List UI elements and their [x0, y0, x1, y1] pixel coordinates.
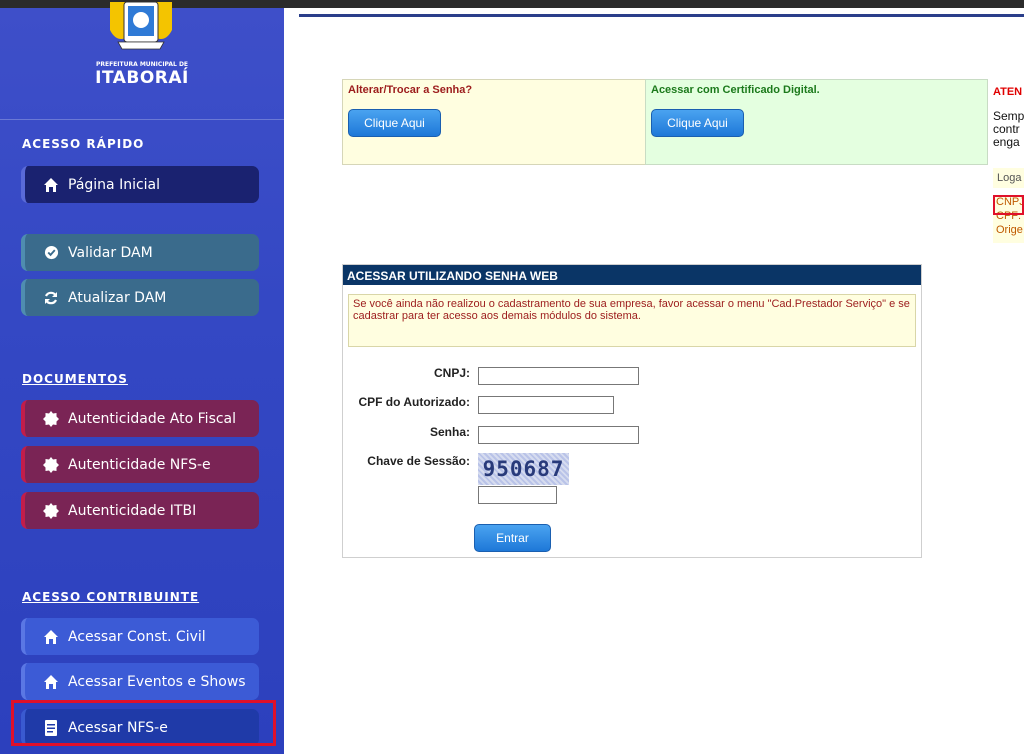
cpf-label: CPF do Autorizado: — [358, 395, 470, 409]
cnpj-input[interactable] — [478, 367, 639, 385]
cnpj-label: CNPJ: — [433, 366, 470, 380]
senha-input[interactable] — [478, 426, 639, 444]
sidebar-item-pagina-inicial[interactable]: Página Inicial — [21, 166, 259, 203]
captcha-code: 950687 — [482, 457, 565, 481]
certificate-panel-label: Acessar com Certificado Digital. — [651, 84, 820, 96]
sidebar-item-label: Página Inicial — [68, 176, 161, 193]
certificate-access-button[interactable]: Clique Aqui — [651, 109, 744, 137]
notice-text: Semp contr enga — [993, 110, 1024, 149]
sidebar-item-label: Validar DAM — [68, 244, 153, 261]
coat-of-arms-icon — [110, 2, 172, 50]
sidebar: PREFEITURA MUNICIPAL DE ITABORAÍ ACESSO … — [0, 2, 284, 754]
password-panel-label: Alterar/Trocar a Senha? — [348, 84, 473, 96]
login-panel-title: ACESSAR UTILIZANDO SENHA WEB — [343, 265, 921, 285]
home-icon — [42, 176, 60, 194]
sidebar-item-atualizar-dam[interactable]: Atualizar DAM — [21, 279, 259, 316]
check-circle-icon — [42, 244, 60, 262]
sidebar-item-autenticidade-nfse[interactable]: Autenticidade NFS-e — [21, 446, 259, 483]
notice-title: ATEN — [993, 86, 1023, 98]
header-divider — [299, 14, 1024, 17]
captcha-input[interactable] — [478, 486, 557, 504]
section-title-acesso-contribuinte: ACESSO CONTRIBUINTE — [22, 590, 200, 604]
sidebar-item-acessar-const-civil[interactable]: Acessar Const. Civil — [21, 618, 259, 655]
refresh-icon — [42, 289, 60, 307]
chave-label: Chave de Sessão: — [367, 454, 470, 468]
sidebar-item-label: Autenticidade Ato Fiscal — [68, 410, 237, 427]
sidebar-item-autenticidade-ato-fiscal[interactable]: Autenticidade Ato Fiscal — [21, 400, 259, 437]
sidebar-item-acessar-eventos-shows[interactable]: Acessar Eventos e Shows — [21, 663, 259, 700]
sidebar-item-label: Acessar Eventos e Shows — [68, 673, 246, 690]
cpf-input[interactable] — [478, 396, 614, 414]
section-title-documentos: DOCUMENTOS — [22, 372, 128, 386]
home-icon — [42, 673, 60, 691]
login-info-message: Se você ainda não realizou o cadastramen… — [348, 294, 916, 347]
section-title-acesso-rapido: ACESSO RÁPIDO — [22, 137, 145, 151]
sidebar-item-autenticidade-itbi[interactable]: Autenticidade ITBI — [21, 492, 259, 529]
login-panel: ACESSAR UTILIZANDO SENHA WEB Se você ain… — [342, 264, 922, 558]
senha-label: Senha: — [429, 425, 470, 439]
change-password-button[interactable]: Clique Aqui — [348, 109, 441, 137]
logo: PREFEITURA MUNICIPAL DE ITABORAÍ — [0, 2, 284, 120]
logo-title: ITABORAÍ — [95, 68, 189, 88]
entrar-button[interactable]: Entrar — [474, 524, 551, 552]
highlight-cnpj — [993, 195, 1024, 215]
seal-icon — [42, 410, 60, 428]
password-panel: Alterar/Trocar a Senha? Clique Aqui — [342, 79, 646, 165]
home-icon — [42, 628, 60, 646]
sidebar-item-validar-dam[interactable]: Validar DAM — [21, 234, 259, 271]
seal-icon — [42, 456, 60, 474]
sidebar-item-label: Acessar Const. Civil — [68, 628, 206, 645]
sidebar-item-label: Atualizar DAM — [68, 289, 167, 306]
logo-subtitle: PREFEITURA MUNICIPAL DE — [95, 61, 189, 68]
sidebar-item-label: Autenticidade NFS-e — [68, 456, 211, 473]
certificate-panel: Acessar com Certificado Digital. Clique … — [645, 79, 988, 165]
highlight-acessar-nfse — [11, 700, 276, 746]
logged-title: Loga — [993, 168, 1024, 188]
seal-icon — [42, 502, 60, 520]
sidebar-item-label: Autenticidade ITBI — [68, 502, 197, 519]
captcha-image: 950687 — [478, 453, 569, 485]
